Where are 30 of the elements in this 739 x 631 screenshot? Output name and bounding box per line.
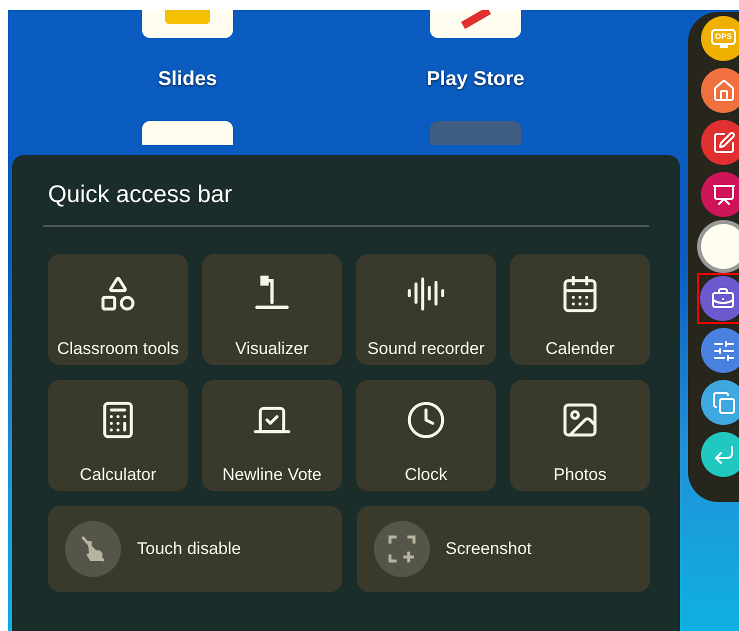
toolbar-button[interactable]: [701, 120, 739, 165]
note-edit-icon: [712, 130, 736, 154]
quick-access-tile[interactable]: Sound recorder: [356, 254, 496, 365]
toolbox-icon: [710, 286, 734, 310]
windows-icon: [712, 390, 736, 414]
home-icon: [712, 78, 736, 102]
quick-access-tile[interactable]: Newline Vote: [202, 380, 342, 491]
screenshot-icon: [386, 533, 418, 565]
quick-access-tile[interactable]: Classroom tools: [48, 254, 188, 365]
toolbar-button[interactable]: [701, 432, 739, 477]
clock-icon: [406, 400, 446, 440]
sliders-icon: [712, 338, 736, 362]
quick-access-tile[interactable]: Clock: [356, 380, 496, 491]
presentation-board-icon: [712, 182, 736, 206]
app-label: Slides: [158, 67, 217, 92]
monitor-icon: OPS: [711, 29, 736, 48]
toolbar-button[interactable]: [701, 68, 739, 113]
toolbar-button[interactable]: [701, 224, 739, 269]
toolbar-button[interactable]: [701, 328, 739, 373]
panel-title: Quick access bar: [48, 180, 234, 210]
toolbar-button[interactable]: [701, 172, 739, 217]
quick-access-tile[interactable]: Calculator: [48, 380, 188, 491]
toolbar-button[interactable]: [701, 380, 739, 425]
quick-toggle-tile[interactable]: Screenshot: [356, 506, 650, 592]
quick-toggle-tile[interactable]: Touch disable: [48, 506, 342, 592]
app-label: Play Store: [426, 67, 524, 92]
quick-access-tile[interactable]: Photos: [510, 380, 650, 491]
quick-access-tile[interactable]: Visualizer: [202, 254, 342, 365]
app-icon[interactable]: [430, 10, 521, 38]
quick-access-tile[interactable]: Calender: [510, 254, 650, 365]
